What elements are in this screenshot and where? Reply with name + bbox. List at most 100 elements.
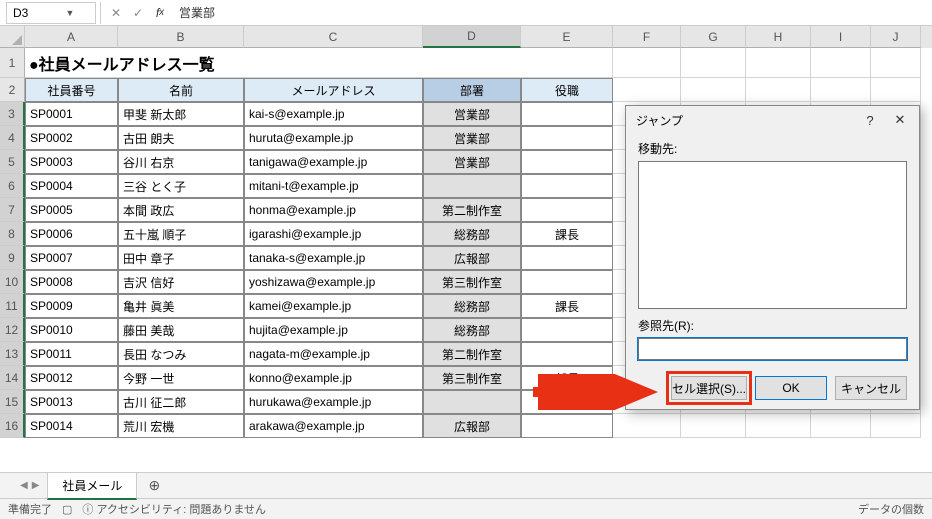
cell-id[interactable]: SP0009	[25, 294, 118, 318]
row-header-4[interactable]: 4	[0, 126, 25, 150]
dialog-help-button[interactable]: ?	[855, 106, 885, 134]
column-header-A[interactable]: A	[25, 26, 118, 48]
cell-dept[interactable]: 営業部	[423, 126, 521, 150]
fx-icon[interactable]: fx	[149, 2, 171, 24]
name-box-dropdown-icon[interactable]: ▼	[51, 8, 89, 18]
sheet-title[interactable]: ●社員メールアドレス一覧	[25, 48, 613, 78]
cell-role[interactable]	[521, 150, 613, 174]
dialog-titlebar[interactable]: ジャンプ ? ✕	[626, 106, 919, 134]
cell-id[interactable]: SP0006	[25, 222, 118, 246]
cell[interactable]	[871, 78, 921, 102]
cell-name[interactable]: 吉沢 信好	[118, 270, 244, 294]
row-header-15[interactable]: 15	[0, 390, 25, 414]
cell-name[interactable]: 谷川 右京	[118, 150, 244, 174]
cell-name[interactable]: 荒川 宏機	[118, 414, 244, 438]
ok-button[interactable]: OK	[755, 376, 827, 400]
cell-id[interactable]: SP0001	[25, 102, 118, 126]
cell-role[interactable]	[521, 270, 613, 294]
cell-role[interactable]	[521, 198, 613, 222]
row-header-5[interactable]: 5	[0, 150, 25, 174]
cell-role[interactable]	[521, 414, 613, 438]
cell-name[interactable]: 本間 政広	[118, 198, 244, 222]
table-header[interactable]: 部署	[423, 78, 521, 102]
cell-dept[interactable]: 営業部	[423, 150, 521, 174]
cell[interactable]	[811, 48, 871, 78]
cell-role[interactable]: 部長	[521, 366, 613, 390]
column-header-B[interactable]: B	[118, 26, 244, 48]
cell-role[interactable]	[521, 174, 613, 198]
cell-name[interactable]: 五十嵐 順子	[118, 222, 244, 246]
cell-role[interactable]	[521, 390, 613, 414]
cell-id[interactable]: SP0002	[25, 126, 118, 150]
cell-name[interactable]: 亀井 眞美	[118, 294, 244, 318]
special-cells-button[interactable]: セル選択(S)...	[671, 376, 747, 400]
sheet-tab-active[interactable]: 社員メール	[47, 472, 137, 500]
cell[interactable]	[746, 48, 811, 78]
row-header-13[interactable]: 13	[0, 342, 25, 366]
cell-dept[interactable]: 第二制作室	[423, 198, 521, 222]
cell-name[interactable]: 長田 なつみ	[118, 342, 244, 366]
column-header-C[interactable]: C	[244, 26, 423, 48]
cell-mail[interactable]: hujita@example.jp	[244, 318, 423, 342]
cell-id[interactable]: SP0012	[25, 366, 118, 390]
cell-dept[interactable]: 総務部	[423, 222, 521, 246]
tab-prev-icon[interactable]: ◀	[20, 480, 28, 491]
cell-id[interactable]: SP0007	[25, 246, 118, 270]
table-header[interactable]: 役職	[521, 78, 613, 102]
cell-mail[interactable]: mitani-t@example.jp	[244, 174, 423, 198]
row-header-2[interactable]: 2	[0, 78, 25, 102]
cell-role[interactable]	[521, 246, 613, 270]
cell-name[interactable]: 藤田 美哉	[118, 318, 244, 342]
goto-listbox[interactable]	[638, 161, 907, 309]
cell-mail[interactable]: kamei@example.jp	[244, 294, 423, 318]
cell-dept[interactable]: 第三制作室	[423, 270, 521, 294]
accessibility-status[interactable]: ⓘ アクセシビリティ: 問題ありません	[82, 501, 266, 517]
row-header-16[interactable]: 16	[0, 414, 25, 438]
cell-mail[interactable]: konno@example.jp	[244, 366, 423, 390]
cell-dept[interactable]: 第三制作室	[423, 366, 521, 390]
table-header[interactable]: 社員番号	[25, 78, 118, 102]
name-box[interactable]: D3 ▼	[6, 2, 96, 24]
macro-record-icon[interactable]: ▢	[62, 503, 72, 516]
cell-mail[interactable]: igarashi@example.jp	[244, 222, 423, 246]
cell-role[interactable]	[521, 318, 613, 342]
cell-name[interactable]: 古川 征二郎	[118, 390, 244, 414]
cell-mail[interactable]: hurukawa@example.jp	[244, 390, 423, 414]
cell-mail[interactable]: tanigawa@example.jp	[244, 150, 423, 174]
cell-id[interactable]: SP0014	[25, 414, 118, 438]
cell-dept[interactable]: 広報部	[423, 246, 521, 270]
cell-mail[interactable]: arakawa@example.jp	[244, 414, 423, 438]
row-header-6[interactable]: 6	[0, 174, 25, 198]
cell-mail[interactable]: yoshizawa@example.jp	[244, 270, 423, 294]
cell-mail[interactable]: kai-s@example.jp	[244, 102, 423, 126]
row-header-8[interactable]: 8	[0, 222, 25, 246]
cell-id[interactable]: SP0004	[25, 174, 118, 198]
column-header-D[interactable]: D	[423, 26, 521, 48]
column-header-E[interactable]: E	[521, 26, 613, 48]
tab-next-icon[interactable]: ▶	[32, 480, 40, 491]
cell-id[interactable]: SP0008	[25, 270, 118, 294]
cell[interactable]	[681, 78, 746, 102]
column-header-I[interactable]: I	[811, 26, 871, 48]
select-all-corner[interactable]	[0, 26, 25, 48]
cell[interactable]	[613, 78, 681, 102]
cell-dept[interactable]: 総務部	[423, 318, 521, 342]
cell-id[interactable]: SP0013	[25, 390, 118, 414]
cell-mail[interactable]: nagata-m@example.jp	[244, 342, 423, 366]
cancel-button[interactable]: キャンセル	[835, 376, 907, 400]
cell-dept[interactable]: 総務部	[423, 294, 521, 318]
cell-id[interactable]: SP0003	[25, 150, 118, 174]
row-header-1[interactable]: 1	[0, 48, 25, 78]
column-header-G[interactable]: G	[681, 26, 746, 48]
cell[interactable]	[613, 48, 681, 78]
cell-dept[interactable]: 営業部	[423, 102, 521, 126]
row-header-7[interactable]: 7	[0, 198, 25, 222]
cell-role[interactable]	[521, 342, 613, 366]
cell-role[interactable]	[521, 126, 613, 150]
cell-name[interactable]: 今野 一世	[118, 366, 244, 390]
cell[interactable]	[681, 414, 746, 438]
cell-mail[interactable]: huruta@example.jp	[244, 126, 423, 150]
cell[interactable]	[681, 48, 746, 78]
formula-value[interactable]: 営業部	[171, 4, 932, 21]
cell[interactable]	[746, 78, 811, 102]
